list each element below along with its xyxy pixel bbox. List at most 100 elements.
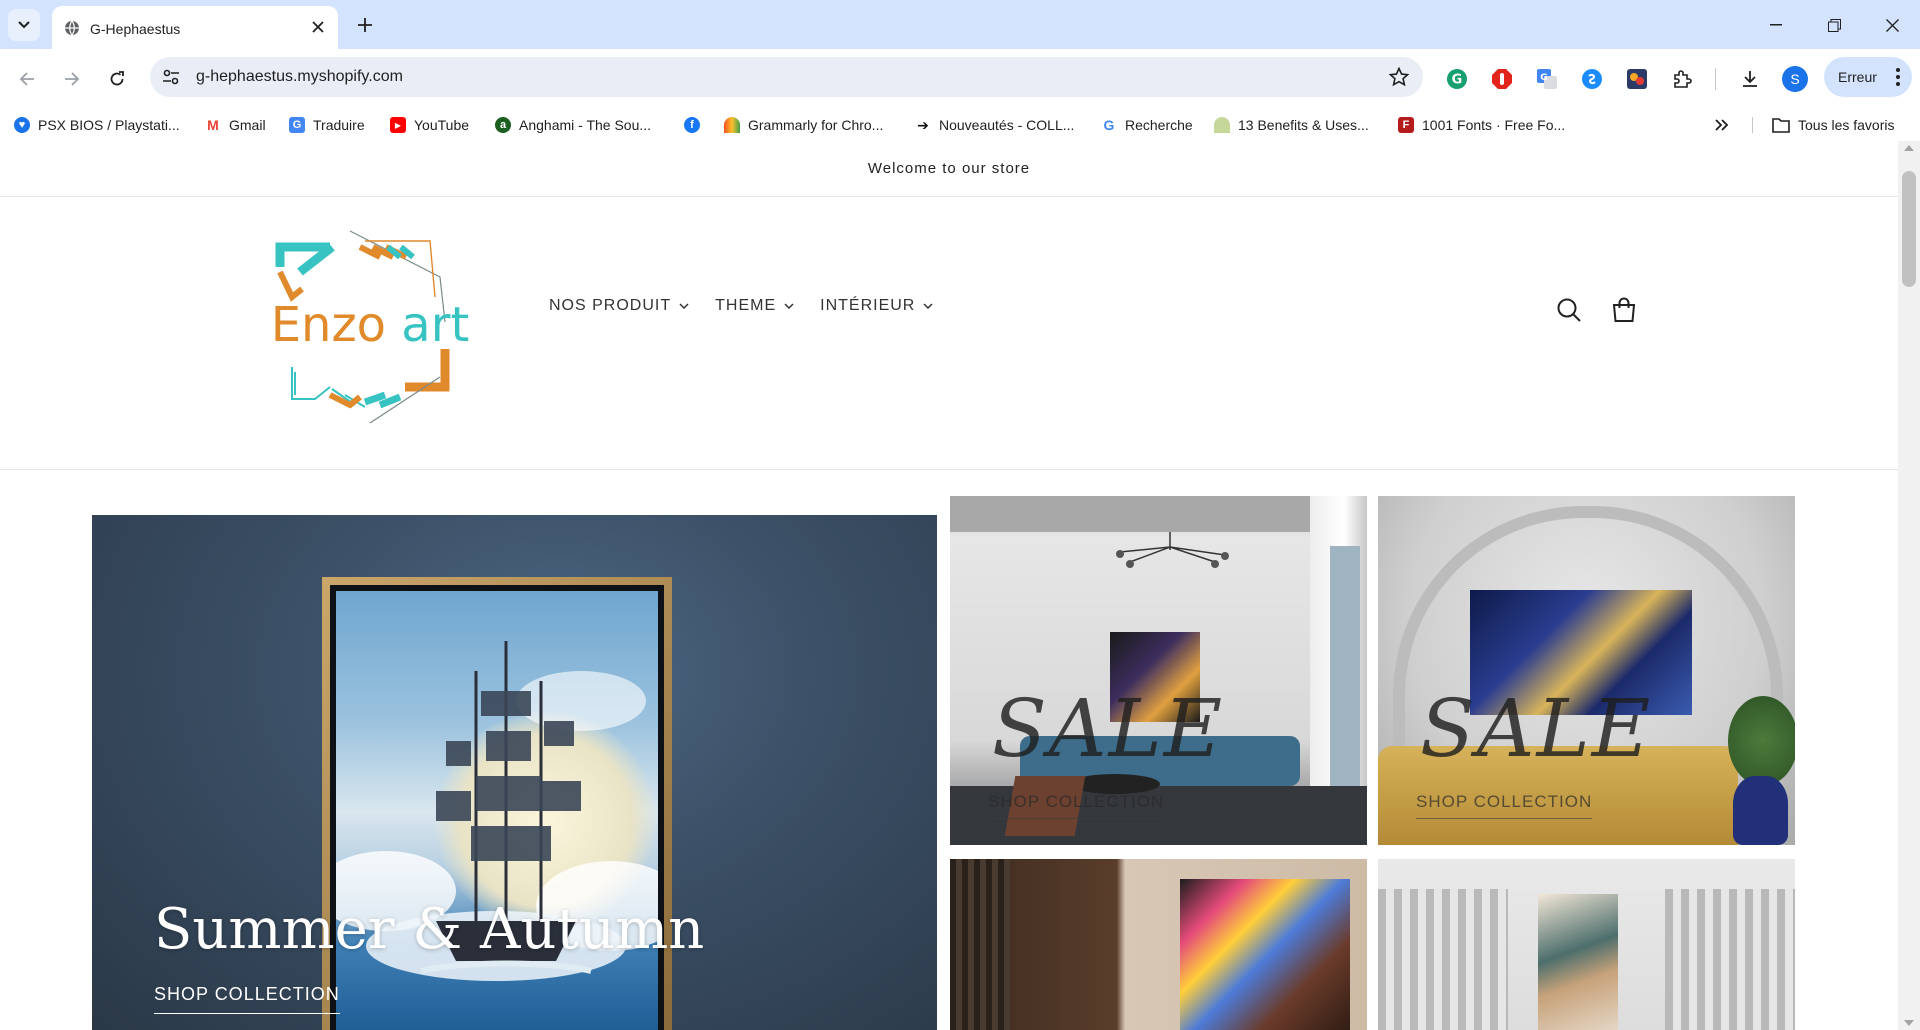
tile-shop-collection-link[interactable]: SHOP COLLECTION <box>1416 792 1593 819</box>
url-text[interactable]: g-hephaestus.myshopify.com <box>196 68 403 86</box>
error-label: Erreur <box>1838 69 1877 85</box>
collection-tile-4[interactable] <box>1378 859 1795 1030</box>
bookmark-label: Recherche <box>1125 117 1193 133</box>
collection-tile-3[interactable] <box>950 859 1367 1030</box>
bookmark-grammarly[interactable]: Grammarly for Chro... <box>724 114 883 136</box>
extensions-puzzle-icon[interactable] <box>1670 67 1694 91</box>
tile-shop-collection-link[interactable]: SHOP COLLECTION <box>988 792 1165 819</box>
shazam-extension-icon[interactable] <box>1580 67 1604 91</box>
bookmark-facebook[interactable]: f <box>684 114 700 136</box>
tab-search-button[interactable] <box>8 9 40 41</box>
bookmark-13-benefits[interactable]: 13 Benefits & Uses... <box>1214 114 1369 136</box>
download-icon[interactable] <box>1738 67 1762 91</box>
tab-title: G-Hephaestus <box>90 21 181 37</box>
translate-icon: G <box>289 117 305 133</box>
double-chevron-right-icon <box>1715 119 1729 131</box>
restore-icon <box>1827 18 1841 32</box>
bookmark-anghami[interactable]: a Anghami - The Sou... <box>495 114 651 136</box>
anghami-icon: a <box>495 117 511 133</box>
bookmark-traduire[interactable]: G Traduire <box>289 114 365 136</box>
hero-title: Summer & Autumn <box>154 897 705 962</box>
bookmark-youtube[interactable]: ▶ YouTube <box>390 114 469 136</box>
facebook-icon: f <box>684 117 700 133</box>
logo-wordmark: Enzo art <box>271 297 470 353</box>
cart-icon[interactable] <box>1609 295 1639 325</box>
horse-artwork-image <box>1538 894 1618 1030</box>
bookmark-gmail[interactable]: M Gmail <box>205 114 266 136</box>
scroll-down-arrow-icon[interactable] <box>1904 1020 1914 1026</box>
page-viewport: Welcome to our store Enzo art NOS PRODUI… <box>0 141 1898 1030</box>
nav-label: THEME <box>715 297 777 314</box>
folder-icon <box>1772 118 1790 133</box>
collection-tile-2[interactable]: SALE SHOP COLLECTION <box>1378 496 1795 845</box>
grammarly-extension-icon[interactable]: G <box>1445 67 1469 91</box>
tile-sale-overlay: SALE <box>1420 682 1653 775</box>
arrow-right-icon <box>65 72 80 86</box>
minimize-icon <box>1770 24 1782 26</box>
framed-painting <box>322 577 672 1030</box>
bookmark-label: PSX BIOS / Playstati... <box>38 117 180 133</box>
svg-text:G: G <box>1452 73 1463 88</box>
chevron-down-icon <box>18 21 30 29</box>
hero-banner[interactable]: Summer & Autumn SHOP COLLECTION <box>92 515 937 1030</box>
color-extension-icon[interactable] <box>1625 67 1649 91</box>
forward-button[interactable] <box>57 64 87 94</box>
nav-label: NOS PRODUIT <box>549 297 672 314</box>
bookmarks-divider <box>1752 117 1753 133</box>
reload-icon <box>110 71 124 86</box>
plus-icon <box>358 18 372 32</box>
bookmark-label: Anghami - The Sou... <box>519 117 652 133</box>
scrollbar-thumb[interactable] <box>1902 171 1916 287</box>
google-translate-extension-icon[interactable]: G <box>1535 67 1559 91</box>
restore-window-button[interactable] <box>1814 10 1854 40</box>
chevron-down-icon <box>679 303 689 309</box>
adblock-extension-icon[interactable] <box>1490 67 1514 91</box>
bookmark-label: Nouveautés - COLL... <box>939 117 1075 133</box>
nav-theme[interactable]: THEME <box>715 297 794 315</box>
back-button[interactable] <box>12 64 42 94</box>
close-window-button[interactable] <box>1872 10 1912 40</box>
bookmark-star-icon[interactable] <box>1389 67 1409 87</box>
error-menu-button[interactable]: Erreur <box>1824 57 1912 97</box>
main-navigation: NOS PRODUIT THEME INTÉRIEUR <box>549 297 933 315</box>
heart-icon: ♥ <box>14 117 30 133</box>
scroll-up-arrow-icon[interactable] <box>1904 145 1914 151</box>
chandelier-icon <box>1110 532 1229 568</box>
profile-avatar[interactable]: S <box>1782 66 1808 92</box>
more-bookmarks-button[interactable] <box>1715 114 1729 136</box>
bookmark-1001-fonts[interactable]: F 1001 Fonts · Free Fo... <box>1398 114 1565 136</box>
reload-button[interactable] <box>102 64 132 94</box>
close-tab-icon[interactable] <box>308 17 328 37</box>
bookmark-recherche[interactable]: G Recherche <box>1101 114 1193 136</box>
bookmark-label: YouTube <box>414 117 470 133</box>
chevron-down-icon <box>923 303 933 309</box>
hero-shop-collection-link[interactable]: SHOP COLLECTION <box>154 984 340 1014</box>
store-header: Enzo art NOS PRODUIT THEME INTÉRIEUR <box>0 197 1898 470</box>
browser-tab[interactable]: G-Hephaestus <box>52 6 338 49</box>
search-icon[interactable] <box>1554 295 1584 325</box>
site-settings-icon[interactable] <box>162 68 180 86</box>
collection-tile-1[interactable]: SALE SHOP COLLECTION <box>950 496 1367 845</box>
arrow-left-icon <box>19 72 34 86</box>
leaf-icon <box>1214 117 1230 133</box>
bookmark-label: Traduire <box>313 117 365 133</box>
page-scrollbar[interactable] <box>1898 141 1920 1030</box>
nav-nos-produit[interactable]: NOS PRODUIT <box>549 297 689 315</box>
new-tab-button[interactable] <box>352 12 378 38</box>
all-bookmarks-folder[interactable]: Tous les favoris <box>1772 114 1894 136</box>
collection-icon: ➔ <box>915 117 931 133</box>
bookmark-label: 13 Benefits & Uses... <box>1238 117 1369 133</box>
bookmark-label: Grammarly for Chro... <box>748 117 884 133</box>
bookmark-nouveautes[interactable]: ➔ Nouveautés - COLL... <box>915 114 1074 136</box>
tile-sale-overlay: SALE <box>992 682 1225 775</box>
nav-label: INTÉRIEUR <box>820 297 916 314</box>
bookmark-label: Gmail <box>229 117 266 133</box>
woman-portrait-artwork-image <box>1180 879 1350 1030</box>
store-logo[interactable]: Enzo art <box>270 227 470 427</box>
minimize-window-button[interactable] <box>1756 10 1796 40</box>
bookmark-psx-bios[interactable]: ♥ PSX BIOS / Playstati... <box>14 114 180 136</box>
nav-interieur[interactable]: INTÉRIEUR <box>820 297 933 315</box>
address-bar[interactable]: g-hephaestus.myshopify.com <box>150 57 1423 97</box>
browser-toolbar: g-hephaestus.myshopify.com G G S Erreur <box>0 49 1920 109</box>
google-icon: G <box>1101 117 1117 133</box>
